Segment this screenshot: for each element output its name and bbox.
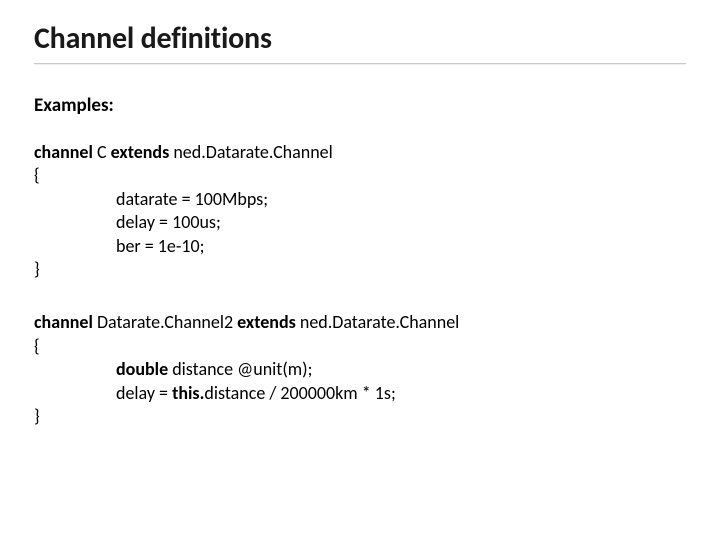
page-title: Channel definitions: [34, 20, 686, 57]
code-text: ned.Datarate.Channel: [296, 311, 460, 333]
code-block-2: channel Datarate.Channel2 extends ned.Da…: [34, 311, 686, 428]
code-line: }: [34, 258, 686, 281]
keyword-channel: channel: [34, 311, 93, 333]
code-line: {: [34, 335, 686, 358]
code-line: ber = 1e-10;: [34, 235, 686, 258]
code-line: {: [34, 164, 686, 187]
keyword-extends: extends: [111, 141, 170, 163]
code-text: distance @unit(m);: [168, 358, 312, 380]
code-line: channel Datarate.Channel2 extends ned.Da…: [34, 311, 686, 334]
code-text: C: [93, 141, 111, 163]
code-line: delay = this.distance / 200000km * 1s;: [34, 382, 686, 405]
code-text: ned.Datarate.Channel: [169, 141, 333, 163]
title-divider: [34, 63, 686, 64]
code-text: Datarate.Channel2: [93, 311, 237, 333]
keyword-this: this.: [172, 382, 204, 404]
examples-heading: Examples:: [34, 94, 686, 117]
keyword-double: double: [116, 358, 168, 380]
code-line: datarate = 100Mbps;: [34, 188, 686, 211]
slide: Channel definitions Examples: channel C …: [0, 0, 720, 540]
keyword-extends: extends: [237, 311, 296, 333]
code-text: delay =: [116, 382, 172, 404]
code-text: distance / 200000km * 1s;: [204, 382, 395, 404]
code-line: double distance @unit(m);: [34, 358, 686, 381]
code-line: channel C extends ned.Datarate.Channel: [34, 141, 686, 164]
keyword-channel: channel: [34, 141, 93, 163]
code-line: }: [34, 405, 686, 428]
code-block-1: channel C extends ned.Datarate.Channel {…: [34, 141, 686, 281]
code-line: delay = 100us;: [34, 211, 686, 234]
